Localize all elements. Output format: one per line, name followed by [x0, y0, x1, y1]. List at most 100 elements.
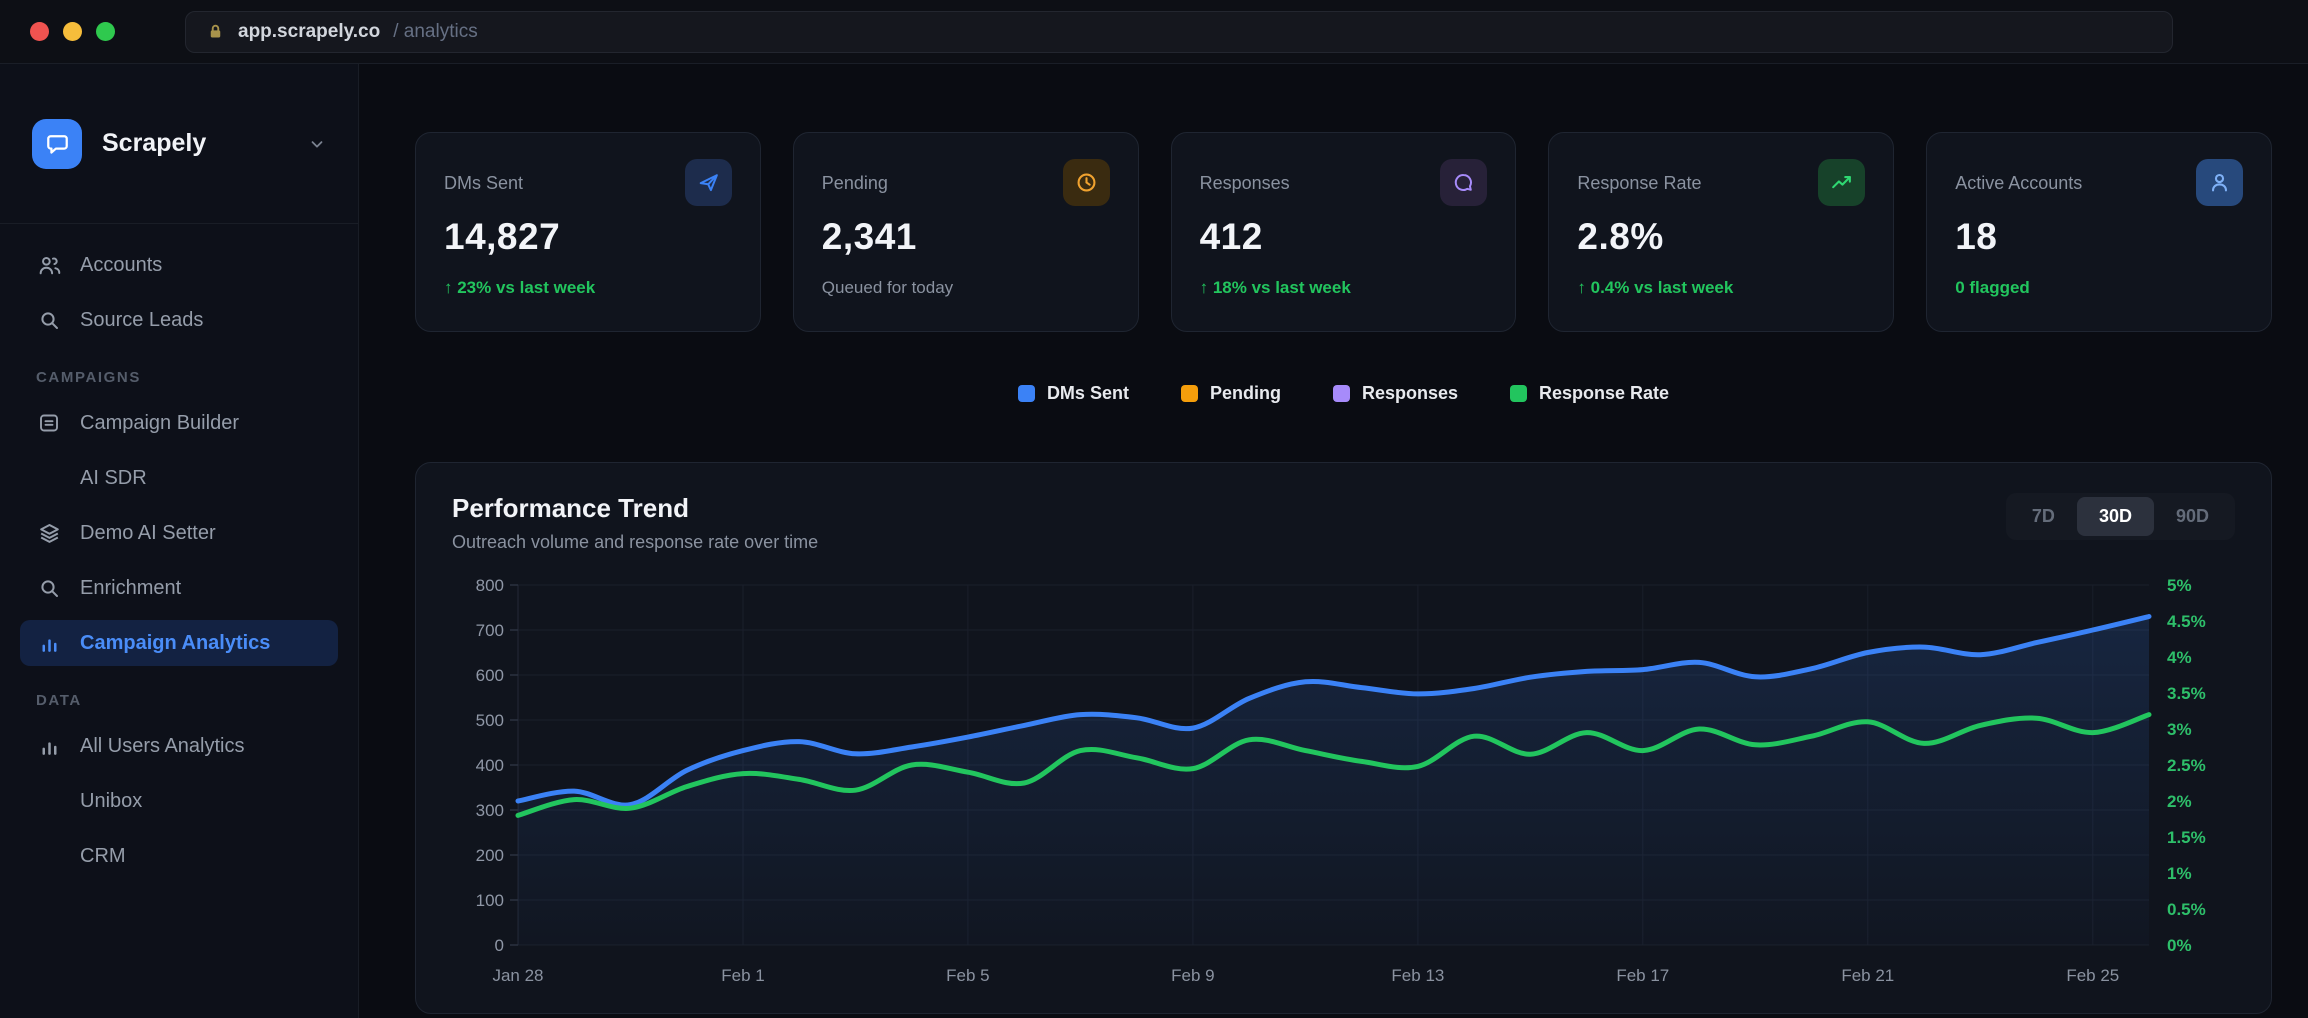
range-button-7d[interactable]: 7D — [2010, 497, 2077, 536]
sidebar-item-label: Campaign Analytics — [80, 632, 270, 655]
url-host: app.scrapely.co — [238, 21, 380, 43]
stat-delta: ↑ 18% vs last week — [1200, 278, 1488, 298]
sidebar-item-ai-sdr[interactable]: AI SDR — [20, 455, 338, 501]
legend-item-responses[interactable]: Responses — [1333, 383, 1458, 404]
svg-text:300: 300 — [476, 801, 504, 820]
stat-value: 412 — [1200, 216, 1488, 258]
trending-up-icon — [1818, 159, 1865, 206]
range-button-30d[interactable]: 30D — [2077, 497, 2154, 536]
maximize-window-button[interactable] — [96, 22, 115, 41]
stat-delta: 0 flagged — [1955, 278, 2243, 298]
url-path: / analytics — [393, 21, 477, 43]
address-bar[interactable]: app.scrapely.co / analytics — [185, 11, 2173, 53]
svg-text:4%: 4% — [2167, 648, 2192, 667]
stat-value: 18 — [1955, 216, 2243, 258]
chart-area: 80070060050040030020010005%4.5%4%3.5%3%2… — [452, 573, 2235, 998]
sidebar-item-crm[interactable]: CRM — [20, 833, 338, 879]
browser-bar: app.scrapely.co / analytics — [0, 0, 2308, 64]
stat-card-response-rate: Response Rate 2.8% ↑ 0.4% vs last week — [1548, 132, 1894, 332]
sidebar-nav: Accounts Source Leads CAMPAIGNS — [0, 224, 358, 879]
legend-swatch — [1018, 385, 1035, 402]
stat-label: Pending — [822, 173, 888, 194]
user-icon — [2196, 159, 2243, 206]
layers-icon — [36, 521, 62, 546]
sidebar-item-label: Source Leads — [80, 309, 203, 332]
clock-icon — [1063, 159, 1110, 206]
sidebar-item-source-leads[interactable]: Source Leads — [20, 297, 338, 343]
sidebar-item-label: CRM — [80, 845, 126, 868]
sidebar-item-label: Enrichment — [80, 577, 181, 600]
chevron-down-icon — [308, 135, 326, 153]
svg-text:Jan 28: Jan 28 — [492, 966, 543, 985]
stat-delta: ↑ 0.4% vs last week — [1577, 278, 1865, 298]
sidebar-item-accounts[interactable]: Accounts — [20, 242, 338, 288]
chat-bubble-icon — [44, 130, 71, 157]
svg-text:3%: 3% — [2167, 720, 2192, 739]
stat-label: Response Rate — [1577, 173, 1701, 194]
range-toggle: 7D 30D 90D — [2006, 493, 2235, 540]
sidebar-item-campaign-builder[interactable]: Campaign Builder — [20, 400, 338, 446]
workspace-switcher[interactable]: Scrapely — [0, 64, 358, 224]
stat-label: DMs Sent — [444, 173, 523, 194]
svg-text:600: 600 — [476, 666, 504, 685]
svg-text:400: 400 — [476, 756, 504, 775]
svg-text:0.5%: 0.5% — [2167, 900, 2206, 919]
range-button-90d[interactable]: 90D — [2154, 497, 2231, 536]
app-window: app.scrapely.co / analytics Scrapely — [0, 0, 2308, 1018]
svg-text:Feb 17: Feb 17 — [1616, 966, 1669, 985]
lock-icon — [206, 22, 225, 41]
stat-label: Active Accounts — [1955, 173, 2082, 194]
svg-text:1%: 1% — [2167, 864, 2192, 883]
svg-text:Feb 13: Feb 13 — [1391, 966, 1444, 985]
sidebar-item-label: Unibox — [80, 790, 142, 813]
legend-swatch — [1510, 385, 1527, 402]
sidebar-item-campaign-analytics[interactable]: Campaign Analytics — [20, 620, 338, 666]
svg-text:Feb 25: Feb 25 — [2066, 966, 2119, 985]
chart-legend: DMs Sent Pending Responses Response Rate — [415, 380, 2272, 406]
stat-delta: ↑ 23% vs last week — [444, 278, 732, 298]
sidebar-item-label: AI SDR — [80, 467, 147, 490]
svg-text:100: 100 — [476, 891, 504, 910]
stat-value: 14,827 — [444, 216, 732, 258]
users-icon — [36, 253, 62, 278]
scrapely-logo — [32, 119, 82, 169]
sidebar-section-data: DATA — [36, 692, 322, 709]
sidebar: Scrapely Accounts — [0, 64, 359, 1018]
svg-text:Feb 21: Feb 21 — [1841, 966, 1894, 985]
sidebar-item-unibox[interactable]: Unibox — [20, 778, 338, 824]
stat-card-dms-sent: DMs Sent 14,827 ↑ 23% vs last week — [415, 132, 761, 332]
svg-text:1.5%: 1.5% — [2167, 828, 2206, 847]
svg-text:0%: 0% — [2167, 936, 2192, 955]
stat-card-active-accounts: Active Accounts 18 0 flagged — [1926, 132, 2272, 332]
sidebar-item-label: Accounts — [80, 254, 162, 277]
legend-swatch — [1181, 385, 1198, 402]
main-content: DMs Sent 14,827 ↑ 23% vs last week Pendi… — [359, 64, 2308, 1018]
minimize-window-button[interactable] — [63, 22, 82, 41]
stat-value: 2,341 — [822, 216, 1110, 258]
stats-row: DMs Sent 14,827 ↑ 23% vs last week Pendi… — [415, 132, 2272, 332]
send-icon — [685, 159, 732, 206]
performance-trend-card: Performance Trend Outreach volume and re… — [415, 462, 2272, 1014]
sidebar-item-all-users-analytics[interactable]: All Users Analytics — [20, 723, 338, 769]
performance-trend-chart: 80070060050040030020010005%4.5%4%3.5%3%2… — [452, 573, 2235, 993]
sidebar-item-enrichment[interactable]: Enrichment — [20, 565, 338, 611]
legend-swatch — [1333, 385, 1350, 402]
search-icon — [36, 308, 62, 332]
svg-text:5%: 5% — [2167, 576, 2192, 595]
legend-item-pending[interactable]: Pending — [1181, 383, 1281, 404]
svg-text:2%: 2% — [2167, 792, 2192, 811]
legend-item-response-rate[interactable]: Response Rate — [1510, 383, 1669, 404]
sidebar-item-demo-ai-setter[interactable]: Demo AI Setter — [20, 510, 338, 556]
sidebar-item-label: Campaign Builder — [80, 412, 239, 435]
svg-text:800: 800 — [476, 576, 504, 595]
sidebar-item-label: Demo AI Setter — [80, 522, 216, 545]
legend-item-dms-sent[interactable]: DMs Sent — [1018, 383, 1129, 404]
search-icon — [36, 576, 62, 600]
svg-text:4.5%: 4.5% — [2167, 612, 2206, 631]
svg-text:200: 200 — [476, 846, 504, 865]
stat-card-pending: Pending 2,341 Queued for today — [793, 132, 1139, 332]
close-window-button[interactable] — [30, 22, 49, 41]
sidebar-item-label: All Users Analytics — [80, 735, 245, 758]
svg-text:3.5%: 3.5% — [2167, 684, 2206, 703]
window-controls — [30, 22, 115, 41]
